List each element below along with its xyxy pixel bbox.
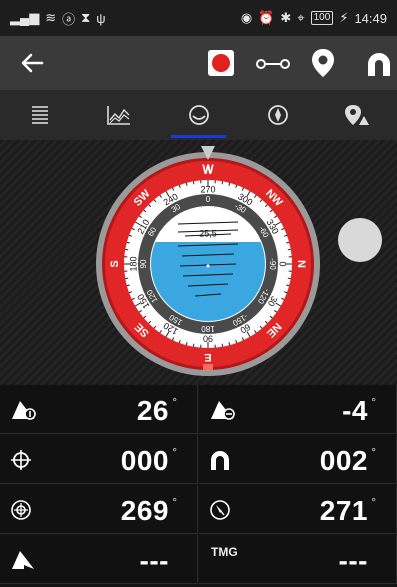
- reading-unit: °: [172, 395, 177, 409]
- top-marker-label: W: [202, 162, 214, 176]
- bearing-label: 180: [128, 256, 138, 271]
- battery-level: 100: [310, 11, 334, 25]
- signal-icon: ▂▄▆: [10, 10, 40, 25]
- reading-value: ---: [139, 545, 169, 576]
- clock: 14:49: [354, 10, 387, 26]
- compass-icon: [268, 105, 288, 125]
- hotspot-icon: ⓐ: [62, 11, 76, 27]
- alarm-icon: ⏰: [258, 10, 275, 25]
- bearing-tick: [287, 248, 291, 251]
- tab-level[interactable]: [159, 90, 238, 140]
- tab-chart[interactable]: [79, 90, 158, 140]
- bearing-tick: [287, 277, 291, 280]
- pitch-label: 25,5: [199, 228, 217, 238]
- inner-scale-label: 180: [201, 324, 215, 333]
- chart-icon: [107, 106, 131, 125]
- cardinal-label: E: [204, 351, 211, 363]
- reading-unit: °: [371, 445, 376, 459]
- wifi-icon: ≋: [45, 10, 57, 25]
- reading-value: 271: [319, 495, 368, 526]
- reading-cell: 269 °: [0, 485, 198, 534]
- compass-dial: 25,5WNWNNEESESSW 270300330030609012015018…: [96, 146, 320, 376]
- bearing-tick: [192, 181, 195, 185]
- status-bar: ▂▄▆ ≋ ⓐ ⧗ ψ ◉ ⏰ ✱ ⌖ 100 ⚡ 14:49: [0, 0, 397, 36]
- bearing-label: 90: [203, 334, 213, 344]
- reading-cell: 000 °: [0, 435, 198, 484]
- reading-value: 000: [120, 445, 169, 476]
- reading-value: 26: [136, 395, 169, 426]
- inner-scale-label: 90: [139, 259, 148, 268]
- inner-scale-label: -90: [268, 258, 277, 270]
- tab-compass[interactable]: [238, 90, 317, 140]
- reading-cell: 271 °: [199, 485, 397, 534]
- magnet-icon: [209, 449, 235, 471]
- tab-map[interactable]: [318, 90, 397, 140]
- compass-panel: 25,5 W NW N NE E SE S SW 270 300 330 0 30 60 90 120 150 18…: [0, 140, 397, 385]
- eye-icon: ◉: [240, 10, 253, 25]
- level-icon: [188, 105, 209, 125]
- tab-list[interactable]: [0, 90, 79, 140]
- key-icon[interactable]: [255, 52, 291, 76]
- inner-scale-label: 0: [206, 195, 211, 204]
- compass-dial-icon: [209, 499, 235, 521]
- bearing-label: 0: [278, 261, 288, 266]
- list-icon: [31, 106, 48, 124]
- reading-cell: 26 °: [0, 385, 198, 434]
- reading-unit: °: [172, 495, 177, 509]
- usb-icon: ψ: [96, 10, 106, 26]
- location-icon: ⌖: [297, 10, 305, 25]
- map-marker-icon: [345, 105, 370, 125]
- charging-icon: ⚡: [339, 10, 349, 25]
- reading-value: 002: [319, 445, 368, 476]
- magnet-icon[interactable]: [365, 50, 393, 78]
- reading-cell: 002 °: [199, 435, 397, 484]
- cardinal-label: N: [295, 260, 307, 268]
- bearing-tick: [221, 343, 224, 347]
- reading-value: -4: [342, 395, 368, 426]
- reading-cell: -4 °: [199, 385, 397, 434]
- status-left: ▂▄▆ ≋ ⓐ ⧗ ψ: [10, 9, 106, 28]
- reading-label: TMG: [211, 545, 238, 559]
- bearing-tick: [125, 248, 129, 251]
- bearing-label: 270: [200, 184, 215, 194]
- bluetooth-icon: ✱: [280, 10, 292, 25]
- heel-port-icon: [10, 399, 36, 421]
- reading-value: 269: [120, 495, 169, 526]
- back-arrow-icon[interactable]: [18, 49, 46, 77]
- location-pin-icon[interactable]: [310, 47, 336, 79]
- status-right: ◉ ⏰ ✱ ⌖ 100 ⚡ 14:49: [241, 10, 387, 26]
- center-dot: [206, 264, 210, 268]
- heel-starboard-icon: [209, 399, 235, 421]
- heel-icon: [10, 549, 36, 571]
- hourglass-icon: ⧗: [81, 10, 91, 25]
- reading-unit: °: [371, 395, 376, 409]
- bearing-tick: [221, 181, 224, 185]
- lubber-mark: [203, 364, 213, 370]
- reading-unit: °: [172, 445, 177, 459]
- reading-value: ---: [338, 545, 368, 576]
- toolbar: [0, 36, 397, 90]
- reading-unit: °: [371, 495, 376, 509]
- crosshair-icon: [10, 449, 36, 471]
- floating-action-button[interactable]: [338, 218, 382, 262]
- reading-cell: TMG ---: [199, 535, 397, 584]
- tab-bar: [0, 90, 397, 140]
- reading-cell: ---: [0, 535, 198, 584]
- record-icon: [212, 54, 230, 72]
- cardinal-label: S: [109, 260, 121, 267]
- bearing-tick: [125, 277, 129, 280]
- record-button[interactable]: [208, 50, 234, 76]
- bearing-tick: [192, 343, 195, 347]
- readings-grid: 26 ° -4 ° 000 ° 002 ° 269 ° 271 ° --- TMG ---: [0, 385, 397, 587]
- target-icon: [10, 499, 36, 521]
